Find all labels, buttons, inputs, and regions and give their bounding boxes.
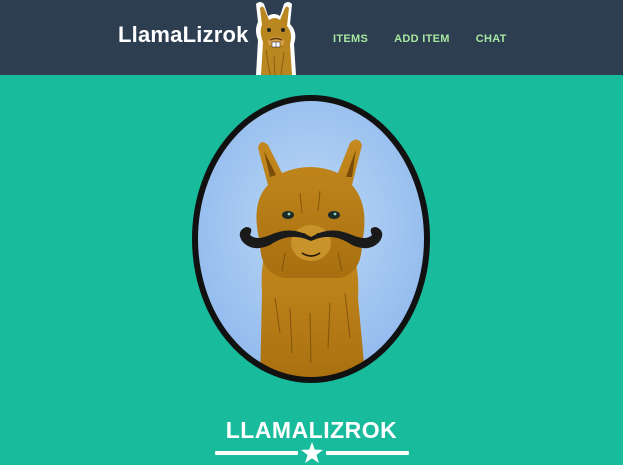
mustache-llama-portrait [192,95,430,383]
nav-links: ITEMS ADD ITEM CHAT [333,33,533,45]
nav-link-add-item[interactable]: ADD ITEM [394,33,450,45]
nav-link-items[interactable]: ITEMS [333,33,368,45]
divider-line-left [215,451,298,455]
llama-logo-icon[interactable] [248,0,304,75]
navbar: LlamaLizrok ITEMS ADD ITEM CHAT [0,0,623,75]
star-divider [215,442,409,464]
divider-line-right [326,451,409,455]
hero-title: LLAMALIZROK [225,417,398,444]
brand-link[interactable]: LlamaLizrok [118,22,249,48]
nav-link-chat[interactable]: CHAT [476,33,507,45]
star-icon [301,442,323,463]
